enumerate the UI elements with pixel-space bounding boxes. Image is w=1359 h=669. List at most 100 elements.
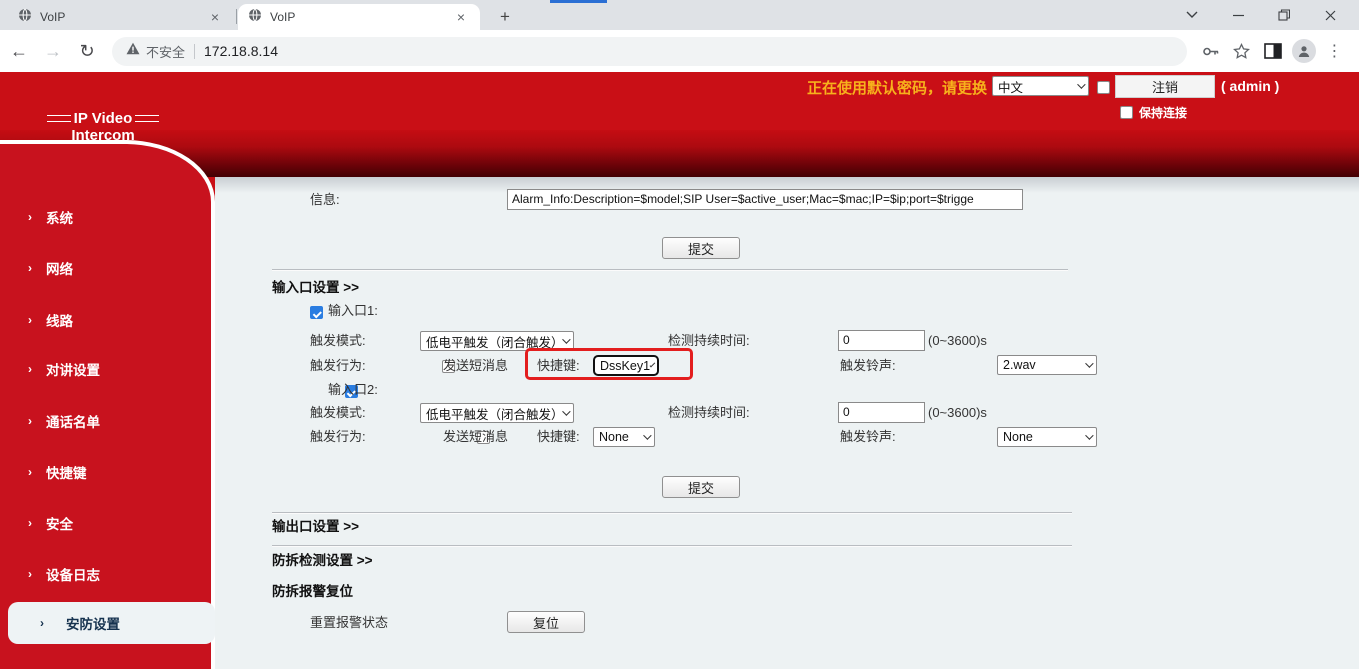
hotkey-select-2[interactable]: None (593, 427, 655, 447)
hotkey-label: 快捷键: (537, 356, 580, 376)
ring-value: None (1003, 430, 1033, 444)
keep-alive-checkbox[interactable] (1120, 106, 1133, 119)
sidebar-item-security[interactable]: ›安全 (0, 513, 211, 533)
tab-voip-1[interactable]: VoIP × (8, 4, 234, 30)
tab-search-chevron-icon[interactable] (1169, 0, 1215, 30)
duration-hint: (0~3600)s (928, 331, 987, 351)
trigger-mode-value: 低电平触发（闭合触发） (426, 332, 562, 351)
chevron-right-icon: › (28, 567, 32, 581)
sidebar-item-system[interactable]: ›系统 (0, 207, 211, 227)
chevron-right-icon: › (28, 362, 32, 376)
hotkey-value: None (599, 430, 629, 444)
input2-label: 输入口2: (328, 380, 378, 400)
sidebar-item-label: 设备日志 (46, 564, 100, 584)
trigger-mode-select-2[interactable]: 低电平触发（闭合触发） (420, 403, 574, 423)
forward-icon[interactable]: → (38, 36, 68, 66)
hotkey-value: DssKey1 (600, 359, 650, 373)
input1-enable-checkbox[interactable] (310, 306, 323, 319)
logo-line-decoration (135, 115, 159, 122)
hotkey-select-1[interactable]: DssKey1 (593, 355, 659, 376)
trigger-action-label: 触发行为: (310, 356, 366, 376)
main-content: 信息: Alarm_Info:Description=$model;SIP Us… (215, 177, 1359, 669)
trigger-action-label: 触发行为: (310, 427, 366, 447)
reset-label: 复位 (533, 613, 559, 632)
reset-button[interactable]: 复位 (507, 611, 585, 633)
sidebar-item-hotkey[interactable]: ›快捷键 (0, 462, 211, 482)
restore-icon[interactable] (1261, 0, 1307, 30)
sidebar-item-line[interactable]: ›线路 (0, 310, 211, 330)
header-gradient-band (0, 130, 1359, 177)
output-port-section-title[interactable]: 输出口设置 >> (272, 517, 359, 537)
sidebar-item-security-settings-active[interactable]: ›安防设置 (8, 602, 215, 644)
profile-avatar-icon[interactable] (1288, 36, 1319, 66)
chevron-right-icon: › (40, 616, 44, 630)
trigger-mode-select-1[interactable]: 低电平触发（闭合触发） (420, 331, 574, 351)
duration-hint: (0~3600)s (928, 403, 987, 423)
info-input[interactable]: Alarm_Info:Description=$model;SIP User=$… (507, 189, 1023, 210)
tab-close-icon[interactable]: × (206, 9, 224, 25)
window-controls (1169, 0, 1353, 30)
header-checkbox[interactable] (1097, 81, 1110, 94)
sidebar-item-label: 对讲设置 (46, 359, 100, 379)
brand-logo: IP Video Intercom (28, 110, 178, 144)
tamper-reset-title: 防拆报警复位 (272, 582, 353, 602)
keep-alive-row: 保持连接 (1120, 104, 1187, 121)
sidebar-item-devicelog[interactable]: › 设备日志 (0, 564, 211, 584)
toolbar-icons: ⋮ (1195, 36, 1350, 66)
globe-favicon-icon (18, 8, 32, 27)
logo-line-decoration (47, 115, 71, 122)
sidebar-item-network[interactable]: › 网络 (0, 258, 211, 278)
ring-label: 触发铃声: (840, 427, 896, 447)
sidebar-item-label: 安全 (46, 513, 73, 533)
sidebar-item-label: 网络 (46, 258, 73, 278)
language-value: 中文 (998, 77, 1023, 96)
send-sms-label: 发送短消息 (443, 427, 508, 447)
browser-menu-icon[interactable]: ⋮ (1319, 36, 1350, 66)
duration-input-2[interactable]: 0 (838, 402, 925, 423)
logout-label: 注销 (1152, 77, 1178, 96)
default-password-warning: 正在使用默认密码，请更换 (700, 77, 987, 98)
bookmark-star-icon[interactable] (1226, 36, 1257, 66)
back-icon[interactable]: ← (4, 36, 34, 66)
ring-select-1[interactable]: 2.wav (997, 355, 1097, 375)
minimize-icon[interactable] (1215, 0, 1261, 30)
side-panel-icon[interactable] (1257, 36, 1288, 66)
submit-button-info[interactable]: 提交 (662, 237, 740, 259)
sidebar-item-label: 快捷键 (46, 462, 87, 482)
globe-favicon-icon (248, 8, 262, 27)
address-bar[interactable]: 不安全 172.18.8.14 (112, 37, 1187, 66)
reset-state-label: 重置报警状态 (310, 613, 388, 633)
info-label: 信息: (310, 190, 340, 210)
section-divider (272, 512, 1072, 514)
admin-user-label: ( admin ) (1221, 78, 1279, 94)
tab-close-icon[interactable]: × (452, 9, 470, 25)
reload-icon[interactable]: ↻ (72, 36, 102, 66)
url-text[interactable]: 172.18.8.14 (204, 43, 278, 59)
sidebar-nav: ›系统 ›网络 ›线路 ›对讲设置 ›通话名单 ›快捷键 ›安全 ›设备日志 ›… (0, 140, 215, 669)
ring-select-2[interactable]: None (997, 427, 1097, 447)
input-port-section-title: 输入口设置 >> (272, 278, 359, 298)
ring-value: 2.wav (1003, 358, 1036, 372)
duration-label: 检测持续时间: (668, 331, 750, 351)
tab-voip-2-active[interactable]: VoIP × (238, 4, 480, 30)
chevron-right-icon: › (28, 261, 32, 275)
voip-web-page: 正在使用默认密码，请更换 中文 注销 ( admin ) 保持连接 IP Vid… (0, 72, 1359, 669)
close-window-icon[interactable] (1307, 0, 1353, 30)
sidebar-item-intercom[interactable]: › 对讲设置 (0, 359, 211, 379)
logout-button[interactable]: 注销 (1115, 75, 1215, 98)
tamper-section-title[interactable]: 防拆检测设置 >> (272, 551, 373, 571)
security-label[interactable]: 不安全 (146, 42, 185, 61)
tab-separator (236, 9, 237, 24)
ring-label: 触发铃声: (840, 356, 896, 376)
submit-label: 提交 (688, 478, 714, 497)
password-key-icon[interactable] (1195, 36, 1226, 66)
sidebar-item-calllist[interactable]: ›通话名单 (0, 411, 211, 431)
input1-label: 输入口1: (328, 301, 378, 321)
blue-strip-decoration (550, 0, 607, 3)
sidebar-item-label: 通话名单 (46, 411, 100, 431)
new-tab-button[interactable]: + (492, 5, 518, 31)
browser-chrome: VoIP × VoIP × + ← (0, 0, 1359, 72)
duration-input-1[interactable]: 0 (838, 330, 925, 351)
submit-button-ports[interactable]: 提交 (662, 476, 740, 498)
language-select[interactable]: 中文 (992, 76, 1089, 96)
